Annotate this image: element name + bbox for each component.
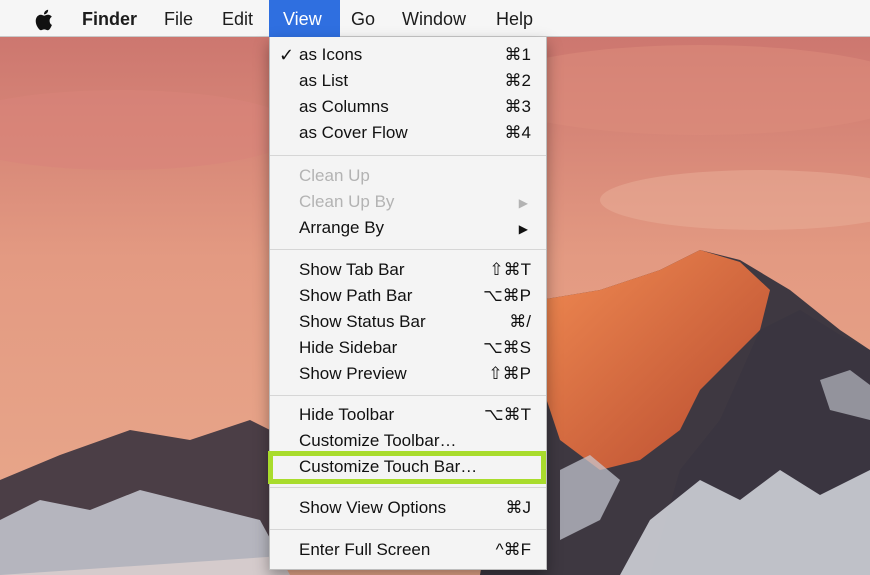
menu-file[interactable]: File [152,0,205,37]
menu-item-shortcut: ⌘1 [504,45,531,64]
menu-item-shortcut: ⇧⌘P [488,364,531,383]
menu-item-label: as List [299,71,349,90]
menu-item-shortcut: ⌥⌘T [484,405,531,424]
menu-item-shortcut: ⇧⌘T [489,260,531,279]
menu-go[interactable]: Go [339,0,387,37]
menu-item-enter-full-screen[interactable]: Enter Full Screen ^⌘F [270,537,546,563]
menu-item-label: Hide Toolbar [299,405,395,424]
checkmark-icon: ✓ [279,45,295,65]
menu-item-label: Clean Up [299,166,370,185]
menu-view[interactable]: View [269,0,340,37]
menu-separator [270,155,546,156]
apple-logo-icon[interactable] [34,8,56,32]
menu-edit[interactable]: Edit [210,0,265,37]
menu-item-arrange-by[interactable]: Arrange By ▶ [270,215,546,241]
submenu-arrow-icon: ▶ [518,196,528,210]
menu-item-label: as Cover Flow [299,123,408,142]
menu-item-label: Show Tab Bar [299,260,405,279]
menu-bar: Finder File Edit View Go Window Help [0,0,870,37]
menu-item-label: Arrange By [299,218,385,237]
menu-item-label: Hide Sidebar [299,338,398,357]
menu-item-hide-toolbar[interactable]: Hide Toolbar ⌥⌘T [270,402,546,428]
menu-item-show-view-options[interactable]: Show View Options ⌘J [270,495,546,521]
menu-item-label: Enter Full Screen [299,540,431,559]
menu-item-show-preview[interactable]: Show Preview ⇧⌘P [270,361,546,387]
menu-finder[interactable]: Finder [70,0,149,37]
highlight-box [268,451,546,484]
menu-separator [270,487,546,488]
view-dropdown-menu: ✓ as Icons ⌘1 as List ⌘2 as Columns ⌘3 a… [268,37,547,570]
menu-item-as-icons[interactable]: ✓ as Icons ⌘1 [270,42,546,68]
menu-help[interactable]: Help [484,0,545,37]
menu-item-show-path-bar[interactable]: Show Path Bar ⌥⌘P [270,283,546,309]
menu-window[interactable]: Window [390,0,478,37]
menu-item-clean-up: Clean Up [270,163,546,189]
menu-separator [270,529,546,530]
menu-item-as-cover-flow[interactable]: as Cover Flow ⌘4 [270,120,546,146]
menu-item-shortcut: ⌘2 [504,71,531,90]
menu-item-as-columns[interactable]: as Columns ⌘3 [270,94,546,120]
menu-item-show-tab-bar[interactable]: Show Tab Bar ⇧⌘T [270,257,546,283]
menu-item-shortcut: ⌘J [505,498,532,517]
menu-item-label: as Columns [299,97,389,116]
menu-item-show-status-bar[interactable]: Show Status Bar ⌘/ [270,309,546,335]
menu-item-label: Show Preview [299,364,407,383]
submenu-arrow-icon: ▶ [518,222,528,236]
menu-item-shortcut: ^⌘F [495,540,531,559]
menu-item-clean-up-by: Clean Up By ▶ [270,189,546,215]
menu-item-hide-sidebar[interactable]: Hide Sidebar ⌥⌘S [270,335,546,361]
menu-item-shortcut: ⌥⌘P [483,286,531,305]
menu-item-label: Show Path Bar [299,286,413,305]
menu-item-shortcut: ⌘3 [504,97,531,116]
menu-separator [270,395,546,396]
menu-item-label: Show Status Bar [299,312,426,331]
menu-item-shortcut: ⌥⌘S [483,338,531,357]
menu-item-shortcut: ⌘/ [509,312,531,331]
menu-item-as-list[interactable]: as List ⌘2 [270,68,546,94]
menu-item-label: as Icons [299,45,363,64]
menu-item-shortcut: ⌘4 [504,123,531,142]
menu-separator [270,249,546,250]
menu-item-label: Show View Options [299,498,447,517]
menu-item-label: Clean Up By [299,192,395,211]
